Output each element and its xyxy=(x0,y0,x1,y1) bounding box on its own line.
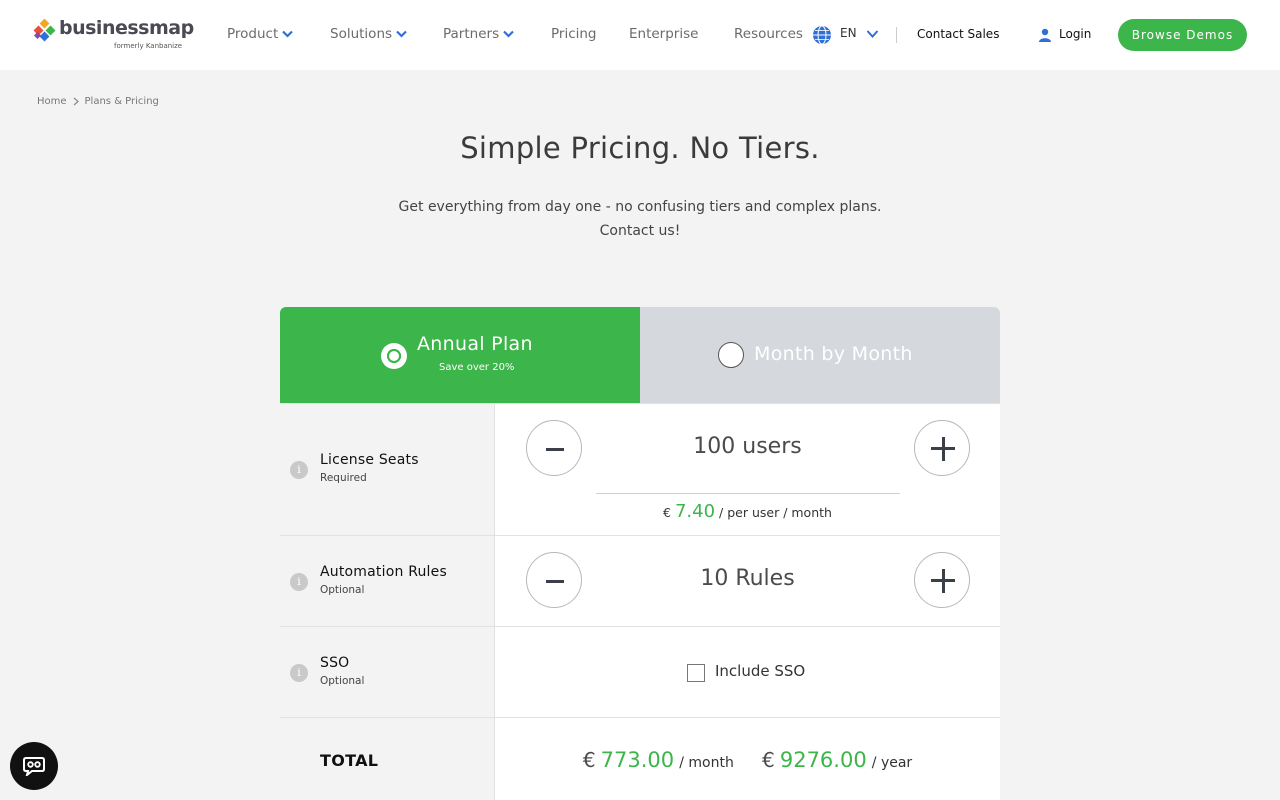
include-sso-label[interactable]: Include SSO xyxy=(715,662,805,680)
nav-label: Partners xyxy=(443,26,500,42)
chat-bubble-icon xyxy=(23,757,45,776)
site-header: businessmap formerly Kanbanize Product S… xyxy=(0,0,1280,70)
chevron-down-icon xyxy=(503,30,514,38)
logo-mark-icon xyxy=(33,19,56,42)
logo-subtitle: formerly Kanbanize xyxy=(114,42,183,50)
info-icon[interactable]: i xyxy=(290,664,308,682)
nav-label: Enterprise xyxy=(629,26,699,42)
automation-quantity-value[interactable]: 10 Rules xyxy=(595,566,900,591)
monthly-plan-label: Month by Month xyxy=(754,343,913,365)
contact-sales-link[interactable]: Contact Sales xyxy=(917,27,999,41)
businessmap-logo[interactable]: businessmap formerly Kanbanize xyxy=(32,17,194,53)
total-label: TOTAL xyxy=(320,751,379,770)
total-prices: € 773.00 / month € 9276.00 / year xyxy=(495,748,1000,772)
nav-item-pricing[interactable]: Pricing xyxy=(551,26,597,42)
per-user-price: € 7.40 / per user / month xyxy=(495,501,1000,522)
chevron-down-icon xyxy=(396,30,407,38)
nav-item-product[interactable]: Product xyxy=(227,26,294,42)
license-seats-sub: Required xyxy=(320,472,367,484)
automation-increase-button[interactable] xyxy=(914,552,970,608)
total-monthly-unit: / month xyxy=(679,755,734,771)
license-increase-button[interactable] xyxy=(914,420,970,476)
minus-icon xyxy=(546,580,564,583)
plan-toggle-monthly[interactable]: Month by Month xyxy=(640,307,1000,403)
automation-decrease-button[interactable] xyxy=(526,552,582,608)
nav-item-resources[interactable]: Resources xyxy=(734,26,803,42)
language-label: EN xyxy=(840,26,857,40)
license-seats-title: License Seats xyxy=(320,452,419,468)
nav-item-partners[interactable]: Partners xyxy=(443,26,514,42)
breadcrumb: Home Plans & Pricing xyxy=(37,96,159,107)
chevron-down-icon xyxy=(866,30,879,38)
row-label-cell: i Automation Rules Optional xyxy=(280,536,495,626)
license-seats-row: i License Seats Required 100 users € 7.4… xyxy=(280,403,1000,535)
quantity-underline xyxy=(596,493,900,494)
total-monthly-amount: 773.00 xyxy=(600,748,675,772)
subtitle-line: Get everything from day one - no confusi… xyxy=(398,199,882,215)
include-sso-checkbox[interactable] xyxy=(687,664,705,682)
total-currency: € xyxy=(762,748,775,772)
logo-wordmark: businessmap xyxy=(59,17,194,39)
user-icon xyxy=(1039,28,1051,42)
automation-rules-sub: Optional xyxy=(320,584,365,596)
cookie-settings-button[interactable] xyxy=(10,742,58,790)
license-decrease-button[interactable] xyxy=(526,420,582,476)
nav-label: Solutions xyxy=(330,26,393,42)
header-divider xyxy=(896,27,897,43)
nav-item-solutions[interactable]: Solutions xyxy=(330,26,407,42)
browse-demos-button[interactable]: Browse Demos xyxy=(1118,19,1247,51)
breadcrumb-home[interactable]: Home xyxy=(37,96,67,107)
login-label: Login xyxy=(1059,27,1092,41)
total-yearly-amount: 9276.00 xyxy=(779,748,867,772)
total-yearly-unit: / year xyxy=(871,755,913,771)
chevron-down-icon xyxy=(282,30,294,38)
nav-item-enterprise[interactable]: Enterprise xyxy=(629,26,698,42)
price-unit: / per user / month xyxy=(719,505,832,520)
pricing-calculator: Annual Plan Save over 20% Month by Month… xyxy=(280,307,1000,800)
total-currency: € xyxy=(582,748,596,772)
nav-label: Product xyxy=(227,26,279,42)
radio-unselected-icon xyxy=(718,342,744,368)
info-icon[interactable]: i xyxy=(290,461,308,479)
automation-rules-row: i Automation Rules Optional 10 Rules xyxy=(280,535,1000,626)
nav-label: Resources xyxy=(734,26,803,42)
price-amount: 7.40 xyxy=(674,501,716,522)
globe-icon xyxy=(813,25,831,45)
page-subtitle: Get everything from day one - no confusi… xyxy=(340,195,940,243)
automation-rules-title: Automation Rules xyxy=(320,564,447,580)
row-label-cell: i SSO Optional xyxy=(280,627,495,717)
sso-title: SSO xyxy=(320,655,350,671)
plan-toggle-annual[interactable]: Annual Plan Save over 20% xyxy=(280,307,640,403)
info-icon[interactable]: i xyxy=(290,573,308,591)
annual-plan-label: Annual Plan xyxy=(417,333,533,355)
license-quantity-value[interactable]: 100 users xyxy=(595,434,900,459)
radio-selected-icon xyxy=(381,343,407,369)
page-title: Simple Pricing. No Tiers. xyxy=(460,131,820,165)
row-label-cell: i License Seats Required xyxy=(280,404,495,535)
contact-us-text[interactable]: Contact us! xyxy=(340,219,940,243)
annual-plan-note: Save over 20% xyxy=(439,362,515,373)
price-currency: € xyxy=(663,505,671,520)
nav-label: Pricing xyxy=(551,26,597,42)
minus-icon xyxy=(546,448,564,451)
breadcrumb-current: Plans & Pricing xyxy=(84,96,159,107)
sso-row: i SSO Optional Include SSO xyxy=(280,626,1000,717)
sso-sub: Optional xyxy=(320,675,365,687)
chevron-right-icon xyxy=(73,97,79,105)
total-row: TOTAL € 773.00 / month € 9276.00 / year xyxy=(280,717,1000,800)
row-label-cell: TOTAL xyxy=(280,718,495,800)
